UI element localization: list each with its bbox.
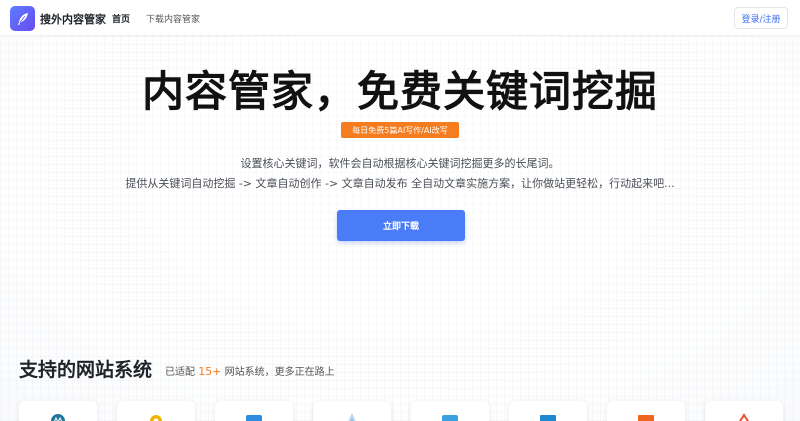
login-register-button[interactable]: 登录/注册: [734, 7, 788, 29]
download-now-button[interactable]: 立即下载: [337, 210, 465, 241]
system-card-dedecms[interactable]: [117, 401, 195, 421]
hero-title: 内容管家，免费关键词挖掘: [141, 67, 658, 116]
subtitle-suffix: 网站系统，更多正在路上: [224, 367, 335, 378]
system-card-pbootcms[interactable]: [607, 401, 685, 421]
system-card-wordpress[interactable]: [19, 401, 97, 421]
system-card-zblog[interactable]: [215, 401, 293, 421]
pbootcms-icon: [638, 415, 654, 421]
dedecms-icon: [150, 415, 162, 421]
systems-section-title: 支持的网站系统: [19, 359, 153, 381]
feather-icon: [17, 12, 28, 25]
systems-count: 15+: [198, 365, 222, 378]
eyoucms-icon: [738, 413, 750, 421]
brand-name[interactable]: 搜外内容管家: [40, 11, 106, 27]
subtitle-prefix: 已适配: [165, 367, 195, 378]
free-quota-badge: 每日免费5篇AI写作/AI改写: [341, 122, 459, 138]
top-header: 搜外内容管家 首页 下载内容管家 登录/注册: [0, 0, 800, 36]
typecho-icon: [442, 415, 458, 421]
app-logo[interactable]: [10, 6, 35, 31]
emlog-icon: [348, 413, 356, 421]
system-card-emlog[interactable]: [313, 401, 391, 421]
system-card-eyoucms[interactable]: [705, 401, 783, 421]
empirecms-icon: [540, 415, 556, 421]
hero-description-line1: 设置核心关键词，软件会自动根据核心关键词挖掘更多的长尾词。: [240, 157, 560, 170]
nav-home[interactable]: 首页: [112, 12, 130, 25]
system-card-typecho[interactable]: [411, 401, 489, 421]
zblog-icon: [246, 415, 262, 421]
nav-download[interactable]: 下载内容管家: [146, 12, 200, 25]
hero-description-line2: 提供从关键词自动挖掘 -> 文章自动创作 -> 文章自动发布 全自动文章实施方案…: [125, 177, 675, 190]
wordpress-icon: [51, 414, 65, 421]
systems-section-subtitle: 已适配 15+ 网站系统，更多正在路上: [165, 363, 335, 378]
system-card-empirecms[interactable]: [509, 401, 587, 421]
